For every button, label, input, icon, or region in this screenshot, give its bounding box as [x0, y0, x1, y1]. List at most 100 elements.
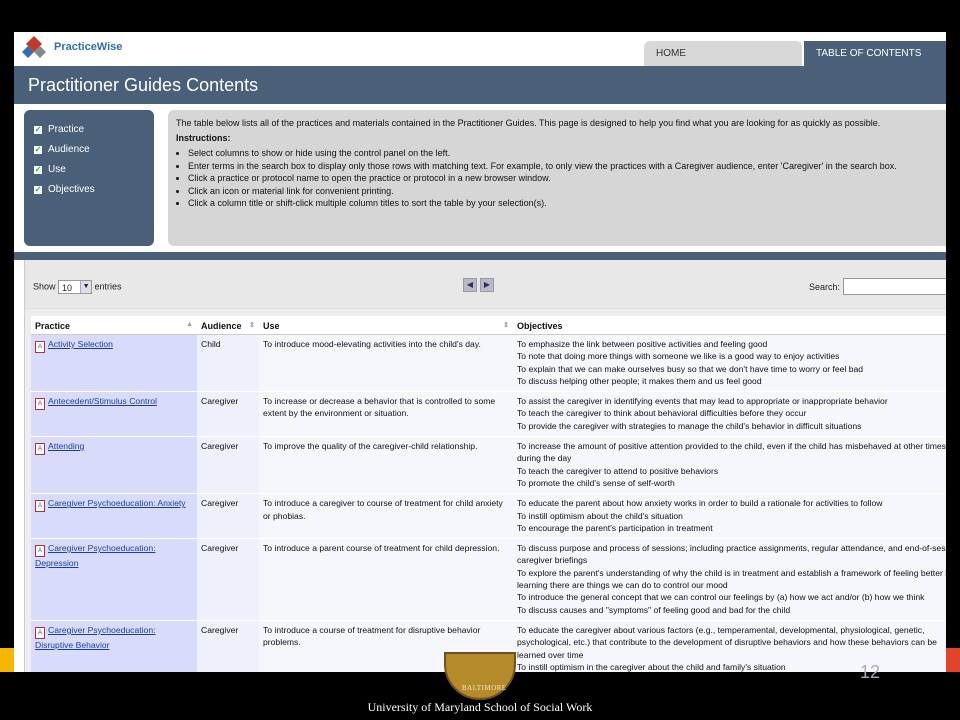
checkbox-icon[interactable]: ✓: [34, 186, 42, 194]
use-cell: To introduce mood-elevating activities i…: [259, 334, 513, 393]
title-bar: Practitioner Guides Contents: [14, 66, 946, 104]
browser-screenshot: PracticeWise HOME TABLE OF CONTENTS Prac…: [14, 32, 946, 672]
entries-select[interactable]: 10 ▼: [58, 280, 93, 294]
chevron-down-icon: ▼: [80, 281, 92, 293]
toggle-practice[interactable]: ✓ Practice: [34, 124, 84, 135]
toggle-use[interactable]: ✓ Use: [34, 164, 66, 175]
audience-cell: Caregiver: [197, 538, 259, 621]
header-row: Practice ▲ Audience ⇕ Use ⇕ Objectives: [31, 316, 946, 335]
instruction-item: Click a column title or shift-click mult…: [188, 197, 946, 210]
entries-label: entries: [94, 281, 122, 292]
table-control-bar: Show 10 ▼ entries ◀ ▶ Search:: [25, 260, 946, 309]
use-cell: To introduce a caregiver to course of tr…: [259, 493, 513, 540]
checkbox-icon[interactable]: ✓: [34, 146, 42, 154]
sort-icon: ⇕: [249, 322, 255, 329]
seal-text: BALTIMORE: [462, 684, 507, 692]
next-page-icon[interactable]: ▶: [480, 278, 494, 292]
entries-control: Show 10 ▼ entries: [33, 280, 122, 294]
instructions-intro: The table below lists all of the practic…: [176, 118, 881, 128]
practice-cell: A Activity Selection: [31, 334, 197, 393]
instruction-item: Click an icon or material link for conve…: [188, 185, 946, 198]
toggle-label: Use: [48, 164, 66, 175]
objectives-cell: To educate the caregiver about various f…: [513, 620, 946, 672]
header-label: Use: [263, 321, 280, 331]
entries-value: 10: [62, 283, 73, 293]
table-row: A Activity Selection Child To introduce moo…: [31, 334, 946, 393]
use-cell: To introduce a parent course of treatmen…: [259, 538, 513, 621]
pdf-icon[interactable]: A: [35, 500, 45, 513]
slide-page-number: 12: [860, 662, 881, 682]
practice-link[interactable]: Caregiver Psychoeducation: Depression: [35, 543, 155, 568]
previous-page-icon[interactable]: ◀: [463, 278, 477, 292]
practice-cell: A Caregiver Psychoeducation: Anxiety: [31, 493, 197, 540]
audience-cell: Caregiver: [197, 493, 259, 540]
table-area: Show 10 ▼ entries ◀ ▶ Search: Practice ▲ A…: [24, 260, 946, 672]
sort-icon: ⇕: [503, 322, 509, 329]
practice-link[interactable]: Activity Selection: [48, 339, 113, 349]
instructions-list: Select columns to show or hide using the…: [176, 147, 946, 210]
header-label: Objectives: [517, 321, 563, 331]
audience-cell: Caregiver: [197, 391, 259, 438]
header-label: Practice: [35, 321, 71, 331]
header-label: Audience: [201, 321, 242, 331]
table-row: A Antecedent/Stimulus Control Caregiver To …: [31, 391, 946, 438]
use-cell: To increase or decrease a behavior that …: [259, 391, 513, 438]
page-title: Practitioner Guides Contents: [28, 75, 259, 95]
objectives-cell: To discuss purpose and process of sessio…: [513, 538, 946, 621]
use-cell: To improve the quality of the caregiver-…: [259, 436, 513, 495]
practice-link[interactable]: Caregiver Psychoeducation: Disruptive Be…: [35, 625, 155, 650]
column-header-use[interactable]: Use ⇕: [259, 316, 513, 335]
practice-cell: A Antecedent/Stimulus Control: [31, 391, 197, 438]
search-input[interactable]: [843, 278, 946, 295]
objectives-cell: To educate the parent about how anxiety …: [513, 493, 946, 540]
logo-text[interactable]: PracticeWise: [54, 41, 122, 53]
toggle-label: Audience: [48, 144, 90, 155]
objectives-cell: To assist the caregiver in identifying e…: [513, 391, 946, 438]
checkbox-icon[interactable]: ✓: [34, 166, 42, 174]
table-row: A Caregiver Psychoeducation: Depression Ca…: [31, 538, 946, 621]
pdf-icon[interactable]: A: [35, 626, 45, 639]
toggle-audience[interactable]: ✓ Audience: [34, 144, 90, 155]
column-control-panel: ✓ Practice ✓ Audience ✓ Use ✓ Objectives: [24, 110, 154, 246]
table-row: A Caregiver Psychoeducation: Anxiety Careg…: [31, 493, 946, 540]
top-bar: PracticeWise HOME TABLE OF CONTENTS: [14, 32, 946, 66]
toggle-label: Objectives: [48, 184, 95, 195]
slide-footer: University of Maryland School of Social …: [367, 700, 593, 714]
practice-link[interactable]: Caregiver Psychoeducation: Anxiety: [48, 498, 186, 508]
practicewise-logo-icon: [22, 36, 46, 58]
toggle-label: Practice: [48, 124, 85, 135]
checkbox-icon[interactable]: ✓: [34, 126, 42, 134]
search-label: Search:: [809, 282, 841, 292]
toggle-objectives[interactable]: ✓ Objectives: [34, 184, 95, 195]
accent-stripe-left: [0, 648, 14, 672]
pdf-icon[interactable]: A: [35, 341, 45, 353]
practice-link[interactable]: Attending: [48, 441, 84, 451]
university-seal: BALTIMORE: [444, 652, 516, 700]
practices-table: Practice ▲ Audience ⇕ Use ⇕ Objectives A Act…: [31, 316, 946, 672]
pdf-icon[interactable]: A: [35, 398, 45, 411]
column-header-practice[interactable]: Practice ▲: [31, 316, 197, 335]
audience-cell: Caregiver: [197, 620, 259, 672]
show-label: Show: [33, 281, 56, 292]
practice-cell: A Caregiver Psychoeducation: Depression: [31, 538, 197, 621]
sort-ascending-icon: ▲: [186, 321, 193, 328]
practice-link[interactable]: Antecedent/Stimulus Control: [48, 396, 157, 406]
tab-table-of-contents[interactable]: TABLE OF CONTENTS: [804, 41, 946, 66]
audience-cell: Caregiver: [197, 436, 259, 495]
instructions-heading: Instructions:: [176, 133, 231, 143]
instruction-item: Select columns to show or hide using the…: [188, 147, 946, 160]
column-header-objectives[interactable]: Objectives: [513, 316, 946, 335]
practice-cell: A Caregiver Psychoeducation: Disruptive B…: [31, 620, 197, 672]
instruction-item: Enter terms in the search box to display…: [188, 160, 946, 173]
table-body: A Activity Selection Child To introduce moo…: [31, 334, 946, 672]
section-separator: [14, 252, 946, 260]
accent-stripe-right: [946, 648, 960, 672]
pdf-icon[interactable]: A: [35, 443, 45, 456]
instructions-panel: The table below lists all of the practic…: [168, 110, 946, 246]
objectives-cell: To emphasize the link between positive a…: [513, 334, 946, 393]
column-header-audience[interactable]: Audience ⇕: [197, 316, 259, 335]
tab-home[interactable]: HOME: [644, 41, 802, 66]
instruction-item: Click a practice or protocol name to ope…: [188, 172, 946, 185]
table-row: A Attending Caregiver To improve the qualit…: [31, 436, 946, 495]
pdf-icon[interactable]: A: [35, 545, 45, 558]
